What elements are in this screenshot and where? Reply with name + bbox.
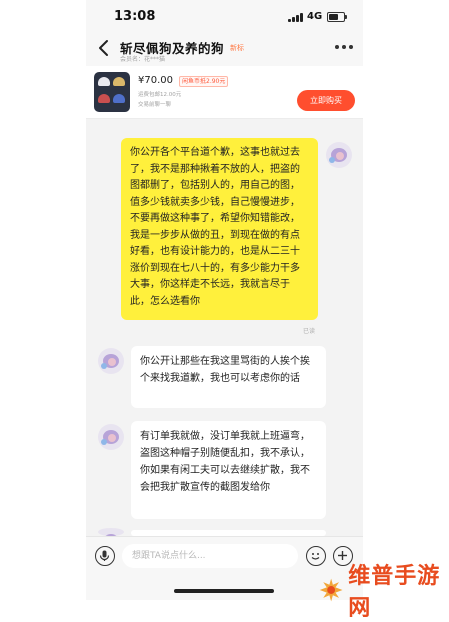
watermark-text: 维普手游网 [348, 564, 441, 621]
product-price: ¥70.00 [138, 75, 173, 86]
voice-input-icon[interactable] [95, 546, 115, 566]
status-bar: 13:08 4G [86, 0, 363, 32]
watermark-logo-icon [319, 578, 343, 602]
seller-avatar[interactable] [98, 424, 124, 450]
battery-icon [327, 12, 347, 22]
message-bubble-theirs[interactable]: 有订单我就做，没订单我就上班逼弯，盗图这种帽子别随便乱扣，我不承认，你如果有闲工… [131, 421, 326, 519]
back-arrow-icon[interactable] [96, 39, 112, 57]
message-bubble-mine[interactable]: 你公开各个平台道个歉，这事也就过去了，我不是那种揪着不放的人，把盗的图都删了，包… [121, 138, 318, 320]
seller-avatar[interactable] [98, 348, 124, 374]
product-thumbnail[interactable] [94, 72, 130, 112]
more-options-icon[interactable] [335, 45, 353, 51]
new-tag: 新标 [230, 43, 245, 52]
message-list[interactable]: 你公开各个平台道个歉，这事也就过去了，我不是那种揪着不放的人，把盗的图都删了，包… [86, 118, 363, 536]
coin-discount-badge: 闲鱼币抵2.90元 [179, 76, 229, 87]
signal-icon [288, 13, 304, 22]
chat-header: 斩尽佩狗及养的狗 新标 会员名：花***猫 [86, 32, 363, 66]
seller-avatar-partial [98, 528, 124, 536]
trade-status: 交易前聊一聊 [138, 102, 172, 108]
chat-subtitle: 会员名：花***猫 [120, 56, 166, 63]
network-type: 4G [307, 11, 323, 22]
product-card[interactable]: ¥70.00 闲鱼币抵2.90元 运费包邮12.00元 交易前聊一聊 立即购买 [86, 66, 363, 119]
status-time: 13:08 [114, 9, 156, 24]
my-avatar[interactable] [326, 142, 352, 168]
message-bubble-theirs[interactable]: 你公开让那些在我这里骂街的人挨个挨个来找我道歉，我也可以考虑你的话 [131, 346, 326, 408]
home-indicator [174, 589, 274, 593]
phone-screen: 13:08 4G 斩尽佩狗及养的狗 新标 会员名：花***猫 ¥70.00 闲鱼… [86, 0, 363, 600]
watermark: 维普手游网 [318, 558, 449, 622]
read-receipt: 已读 [303, 328, 316, 335]
shipping-info: 运费包邮12.00元 [138, 92, 182, 98]
message-input[interactable] [122, 544, 298, 568]
buy-now-button[interactable]: 立即购买 [297, 90, 355, 111]
